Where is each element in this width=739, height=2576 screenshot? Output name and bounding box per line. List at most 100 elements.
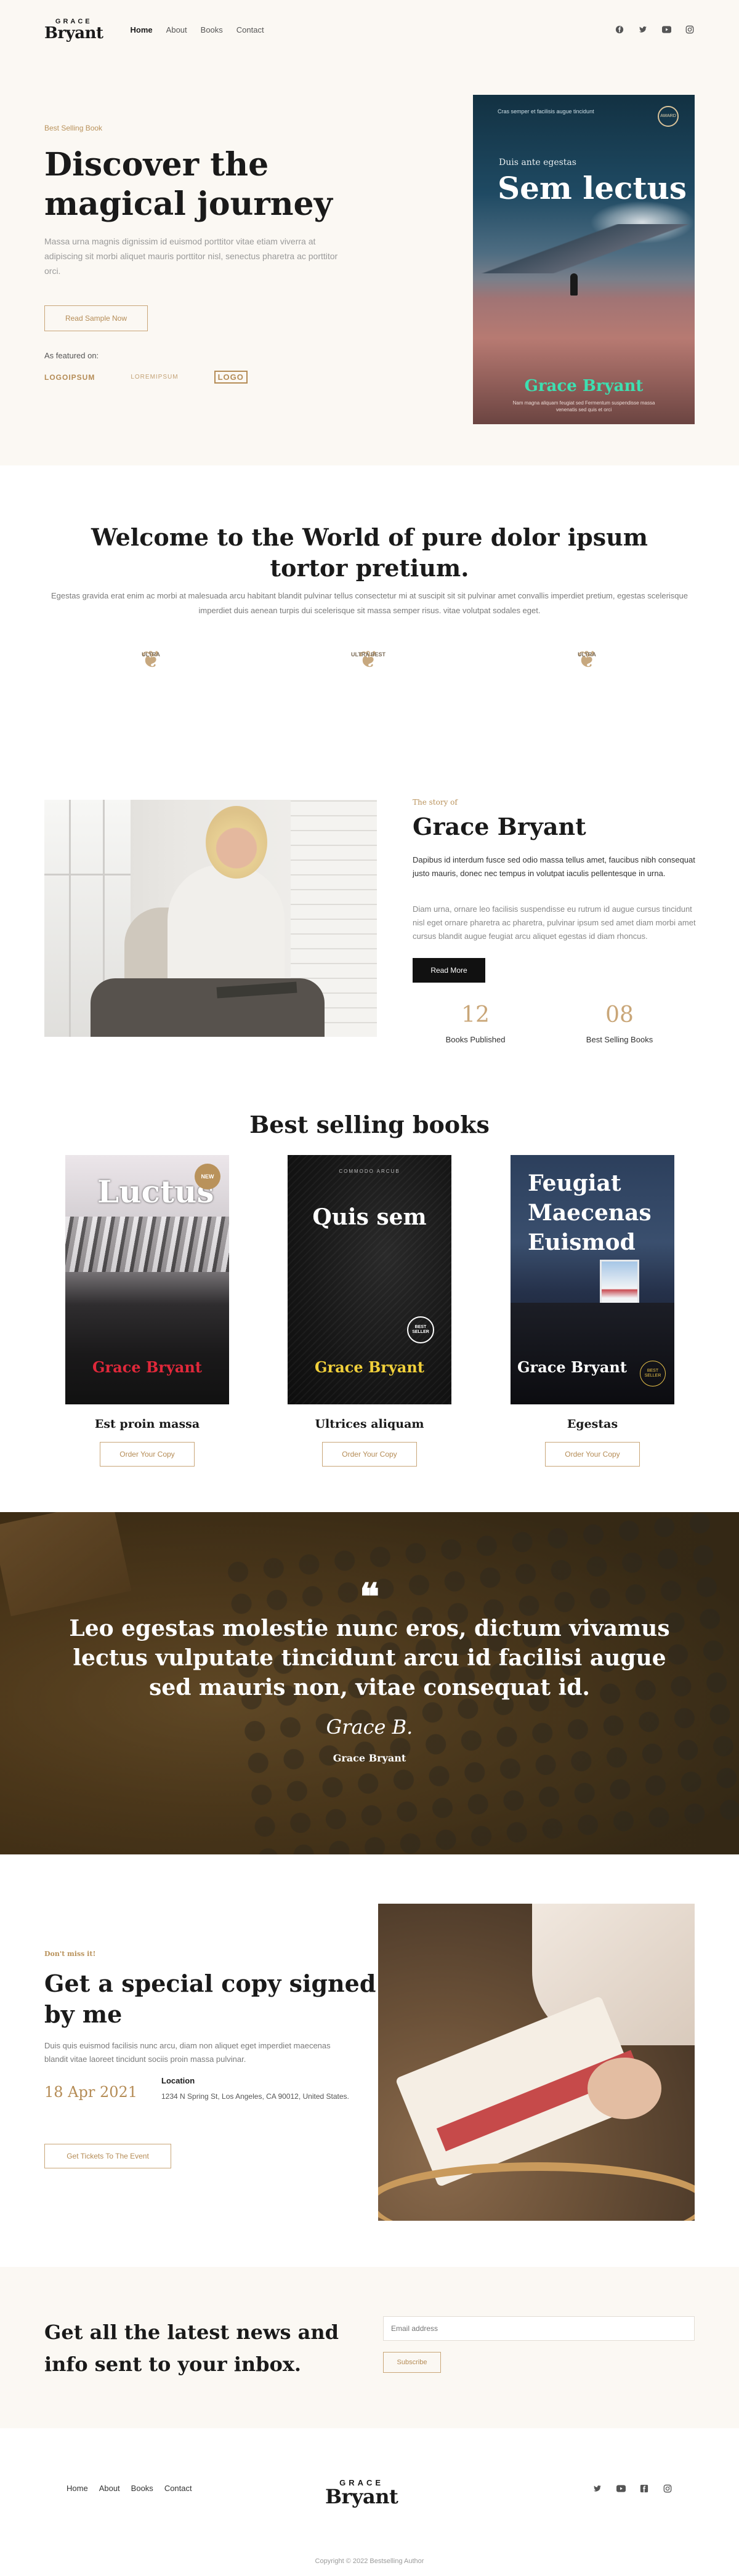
order-copy-button-1[interactable]: Order Your Copy — [100, 1442, 195, 1467]
footer-nav-about[interactable]: About — [99, 2484, 120, 2493]
quote-author: Grace Bryant — [333, 1752, 406, 1764]
stat-number: 12 — [461, 1002, 490, 1028]
youtube-icon[interactable] — [616, 2484, 626, 2493]
featured-logo-1: LOGOIPSUM — [44, 372, 95, 382]
award-badge: AWARD — [658, 106, 679, 127]
best-selling-section: Best selling books Luctus NEW Grace Brya… — [0, 1093, 739, 1512]
hero-section: Best Selling Book Discover the magical j… — [0, 59, 739, 465]
book-title-2: Ultrices aliquam — [315, 1417, 424, 1431]
welcome-section: Welcome to the World of pure dolor ipsum… — [0, 465, 739, 736]
cover-brushstrokes — [65, 1217, 229, 1272]
facebook-icon[interactable] — [639, 2484, 649, 2493]
cover-author: Grace Bryant — [315, 1358, 424, 1376]
nav-about[interactable]: About — [166, 25, 187, 34]
instagram-icon[interactable] — [685, 25, 695, 34]
book-cover-2[interactable]: COMMODO ARCUB Quis sem BEST SELLER Grace… — [288, 1155, 451, 1404]
featured-label: As featured on: — [44, 351, 99, 360]
photo-basket — [378, 2162, 695, 2221]
signed-copy-section: Don't miss it! Get a special copy signed… — [0, 1854, 739, 2267]
signature-image: Grace B. — [326, 1715, 413, 1739]
cover-author: Grace Bryant — [517, 1358, 627, 1376]
hero-book-cover[interactable]: Cras semper et facilisis augue tincidunt… — [473, 95, 695, 424]
cover-window-image — [600, 1260, 639, 1309]
facebook-icon[interactable] — [615, 25, 624, 34]
youtube-icon[interactable] — [661, 25, 671, 34]
signed-text: Duis quis euismod facilisis nunc arcu, d… — [44, 2041, 331, 2064]
newsletter-title: Get all the latest news and info sent to… — [44, 2320, 339, 2376]
nav-books[interactable]: Books — [201, 25, 223, 34]
twitter-icon[interactable] — [638, 25, 648, 34]
hero-title: Discover the magical journey — [44, 146, 333, 223]
featured-logo-2: LOREMIPSUM — [131, 374, 179, 380]
award-laurel-icon: ❦ ULTRA — [577, 647, 597, 673]
copyright-text: Copyright © 2022 Bestselling Author — [315, 2558, 424, 2565]
story-paragraph-2: Diam urna, ornare leo facilisis suspendi… — [413, 904, 696, 941]
cover-badge: BEST SELLER — [640, 1361, 666, 1387]
site-footer: Home About Books Contact GRACE Bryant Co… — [0, 2428, 739, 2576]
cover-walker — [570, 273, 578, 296]
footer-nav-home[interactable]: Home — [67, 2484, 88, 2493]
stat-best-selling: 08 Best Selling Books — [570, 1002, 669, 1044]
cover-badge: BEST SELLER — [407, 1316, 434, 1343]
email-input[interactable] — [383, 2316, 695, 2341]
award-laurel-icon: ❦ ULTRA — [141, 647, 161, 673]
award-laurel-icon: ❦ ULTRA BEST — [351, 647, 386, 673]
cover-mountains — [473, 224, 695, 273]
quote-mark-icon: ❝ — [359, 1576, 380, 1619]
stat-label: Best Selling Books — [586, 1035, 653, 1044]
cover-author: Grace Bryant — [524, 377, 644, 395]
reading-photo — [378, 1904, 695, 2221]
award-label: ULTRA — [578, 651, 596, 658]
featured-logo-3: LOGO — [214, 371, 248, 384]
story-name: Grace Bryant — [413, 813, 586, 840]
order-copy-button-3[interactable]: Order Your Copy — [545, 1442, 640, 1467]
signed-eyebrow: Don't miss it! — [44, 1950, 96, 1958]
stat-books-published: 12 Books Published — [426, 1002, 525, 1044]
subscribe-button[interactable]: Subscribe — [383, 2352, 441, 2373]
book-title-1: Est proin massa — [94, 1417, 200, 1431]
order-copy-button-2[interactable]: Order Your Copy — [322, 1442, 417, 1467]
photo-head — [206, 806, 267, 879]
cover-author: Grace Bryant — [92, 1358, 202, 1376]
newsletter-section: Get all the latest news and info sent to… — [0, 2267, 739, 2428]
signed-title: Get a special copy signed by me — [44, 1970, 376, 2028]
book-cover-3[interactable]: Feugiat Maecenas Euismod BEST SELLER Gra… — [511, 1155, 674, 1404]
stat-label: Books Published — [445, 1035, 506, 1044]
quote-text: Leo egestas molestie nunc eros, dictum v… — [69, 1616, 670, 1701]
book-title-3: Egestas — [567, 1417, 618, 1431]
header-social — [615, 25, 695, 34]
footer-logo-bottom: Bryant — [325, 2485, 398, 2508]
site-logo[interactable]: GRACE Bryant — [44, 18, 103, 41]
footer-nav-contact[interactable]: Contact — [164, 2484, 192, 2493]
welcome-text: Egestas gravida erat enim ac morbi at ma… — [51, 591, 688, 615]
cover-title: Feugiat Maecenas Euismod — [528, 1170, 652, 1255]
footer-logo[interactable]: GRACE Bryant — [325, 2479, 398, 2506]
book-cover-1[interactable]: Luctus NEW Grace Bryant — [65, 1155, 229, 1404]
event-date: 18 Apr 2021 — [44, 2083, 138, 2101]
main-nav: Home About Books Contact — [131, 25, 264, 34]
read-more-button[interactable]: Read More — [413, 958, 485, 983]
instagram-icon[interactable] — [663, 2484, 672, 2493]
nav-home[interactable]: Home — [131, 25, 153, 34]
hero-eyebrow: Best Selling Book — [44, 124, 103, 132]
nav-contact[interactable]: Contact — [236, 25, 264, 34]
location-address: 1234 N Spring St, Los Angeles, CA 90012,… — [161, 2092, 349, 2101]
stat-number: 08 — [605, 1002, 634, 1028]
cover-ground — [511, 1303, 674, 1404]
award-label: ULTRA — [142, 651, 160, 658]
story-eyebrow: The story of — [413, 798, 458, 807]
cover-blurb: Nam magna aliquam feugiat sed Fermentum … — [512, 400, 655, 413]
logo-bottom: Bryant — [44, 23, 103, 42]
cover-top-text: COMMODO ARCUB — [339, 1169, 400, 1174]
footer-nav: Home About Books Contact — [67, 2484, 192, 2493]
read-sample-button[interactable]: Read Sample Now — [44, 305, 148, 331]
cover-title: Sem lectus — [498, 170, 687, 206]
get-tickets-button[interactable]: Get Tickets To The Event — [44, 2144, 171, 2168]
cover-subtitle: Duis ante egestas — [499, 158, 576, 167]
author-photo — [44, 800, 377, 1037]
footer-nav-books[interactable]: Books — [131, 2484, 153, 2493]
twitter-icon[interactable] — [592, 2484, 602, 2493]
photo-hand — [588, 2058, 661, 2119]
welcome-title: Welcome to the World of pure dolor ipsum… — [91, 523, 648, 582]
location-label: Location — [161, 2076, 195, 2085]
